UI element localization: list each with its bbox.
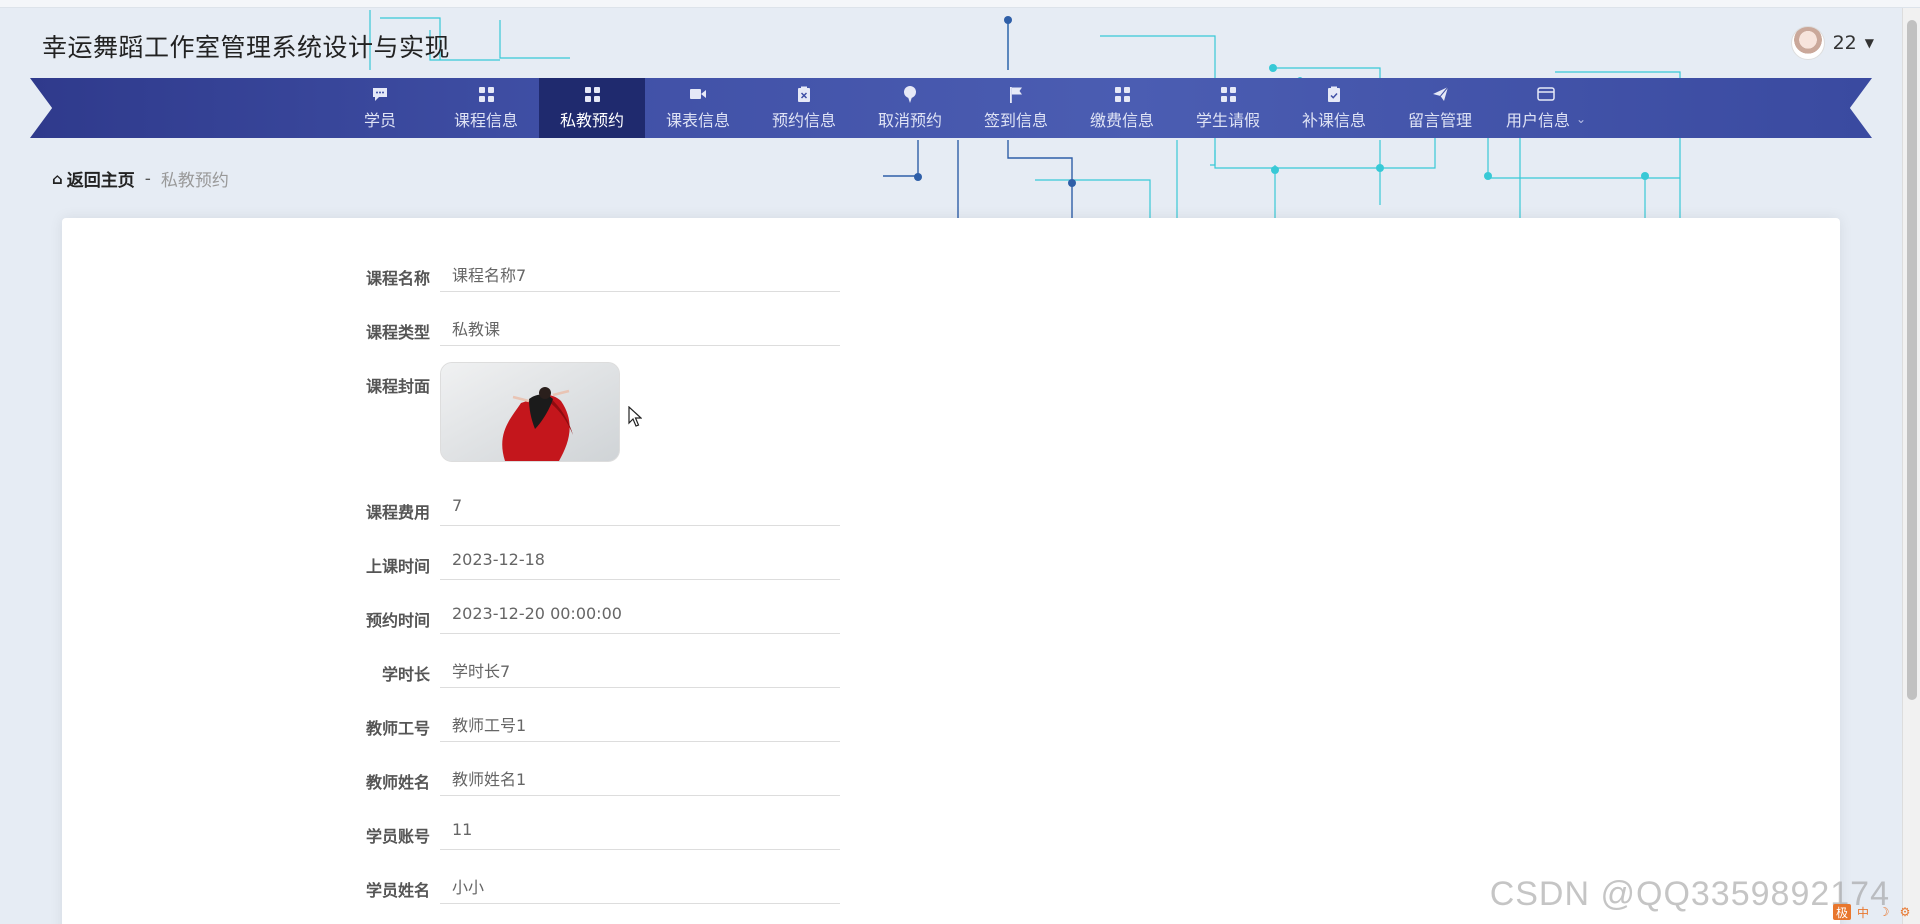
nav-item-course-info[interactable]: 课程信息 [433, 78, 539, 138]
fee-label: 课程费用 [365, 503, 430, 522]
grid-icon [1219, 85, 1237, 103]
nav-item-label: 课表信息 [665, 111, 730, 130]
teacher-name-field[interactable]: 教师姓名1 [440, 758, 840, 796]
nav-item-label: 学生请假 [1195, 111, 1260, 130]
form-row-teacher-id: 教师工号 教师工号1 [350, 704, 840, 742]
student-account-label: 学员账号 [365, 827, 430, 846]
booking-time-field[interactable]: 2023-12-20 00:00:00 [440, 596, 840, 634]
nav-item-label: 学员 [363, 111, 396, 130]
home-icon: ⌂ [52, 169, 63, 188]
form-row-duration: 学时长 学时长7 [350, 650, 840, 688]
clipboard-check-icon [1325, 85, 1343, 103]
send-icon [1431, 85, 1449, 103]
pin-icon [901, 85, 919, 103]
form-row-fee: 课程费用 7 [350, 488, 840, 526]
fee-field[interactable]: 7 [440, 488, 840, 526]
form-row-teacher-name: 教师姓名 教师姓名1 [350, 758, 840, 796]
user-menu[interactable]: 22 ▼ [1790, 26, 1874, 60]
breadcrumb-home-link[interactable]: ⌂ 返回主页 [52, 166, 135, 192]
breadcrumb: ⌂ 返回主页 - 私教预约 [52, 166, 229, 192]
nav-item-booking-info[interactable]: 预约信息 [751, 78, 857, 138]
moon-icon[interactable]: ☽ [1875, 904, 1893, 920]
course-type-label: 课程类型 [365, 323, 430, 342]
scrollbar-thumb[interactable] [1907, 20, 1917, 700]
breadcrumb-current: 私教预约 [160, 171, 229, 191]
form-row-student-name: 学员姓名 小小 [350, 866, 840, 904]
nav-item-payment[interactable]: 缴费信息 [1069, 78, 1175, 138]
nav-item-messages[interactable]: 留言管理 [1387, 78, 1493, 138]
detail-card [62, 218, 1840, 924]
nav-item-label: 课程信息 [453, 111, 518, 130]
watermark: CSDN @QQ3359892174 [1489, 875, 1890, 913]
form-row-cover: 课程封面 [350, 362, 620, 462]
student-name-label: 学员姓名 [365, 881, 430, 900]
class-time-label: 上课时间 [365, 557, 430, 576]
teacher-id-label: 教师工号 [365, 719, 430, 738]
chevron-down-icon: ⌄ [1575, 112, 1587, 126]
course-type-field[interactable]: 私教课 [440, 308, 840, 346]
form-row-student-account: 学员账号 11 [350, 812, 840, 850]
settings-icon[interactable]: ⚙ [1896, 904, 1914, 920]
comment-icon [371, 85, 389, 103]
teacher-name-label: 教师姓名 [365, 773, 430, 792]
card-icon [1537, 85, 1555, 103]
nav-item-schedule[interactable]: 课表信息 [645, 78, 751, 138]
teacher-id-field[interactable]: 教师工号1 [440, 704, 840, 742]
breadcrumb-home-label: 返回主页 [66, 171, 135, 191]
course-name-field[interactable]: 课程名称7 [440, 254, 840, 292]
ime-mode-icon[interactable]: 中 [1854, 904, 1872, 920]
nav-item-leave[interactable]: 学生请假 [1175, 78, 1281, 138]
form-row-course-name: 课程名称 课程名称7 [350, 254, 840, 292]
mouse-cursor-icon [628, 406, 642, 427]
ime-icon[interactable]: 极 [1833, 904, 1851, 920]
nav-item-private-booking[interactable]: 私教预约 [539, 78, 645, 138]
nav-item-label: 补课信息 [1301, 111, 1366, 130]
form-row-class-time: 上课时间 2023-12-18 [350, 542, 840, 580]
site-title: 幸运舞蹈工作室管理系统设计与实现 [42, 33, 451, 62]
form-row-course-type: 课程类型 私教课 [350, 308, 840, 346]
nav-item-cancel-booking[interactable]: 取消预约 [857, 78, 963, 138]
nav-item-checkin[interactable]: 签到信息 [963, 78, 1069, 138]
class-time-field[interactable]: 2023-12-18 [440, 542, 840, 580]
clipboard-x-icon [795, 85, 813, 103]
avatar[interactable] [1790, 26, 1825, 60]
nav-item-label: 留言管理 [1407, 111, 1472, 130]
cover-label: 课程封面 [365, 377, 430, 396]
username[interactable]: 22 [1833, 32, 1857, 54]
grid-icon [1113, 85, 1131, 103]
nav-item-label: 用户信息 [1505, 111, 1570, 130]
student-account-field[interactable]: 11 [440, 812, 840, 850]
nav-item-label: 缴费信息 [1089, 111, 1154, 130]
video-icon [689, 85, 707, 103]
nav-item-makeup-class[interactable]: 补课信息 [1281, 78, 1387, 138]
duration-field[interactable]: 学时长7 [440, 650, 840, 688]
nav-item-label: 取消预约 [877, 111, 942, 130]
course-name-label: 课程名称 [365, 269, 430, 288]
nav-item-students[interactable]: 学员 [327, 78, 433, 138]
caret-down-icon[interactable]: ▼ [1865, 36, 1874, 50]
window-top-border [0, 0, 1920, 8]
form-row-booking-time: 预约时间 2023-12-20 00:00:00 [350, 596, 840, 634]
vertical-scrollbar[interactable] [1902, 8, 1920, 924]
system-tray: 极 中 ☽ ⚙ [1833, 904, 1914, 920]
flag-icon [1007, 85, 1025, 103]
nav-item-label: 预约信息 [771, 111, 836, 130]
nav-item-label: 私教预约 [559, 111, 624, 130]
student-name-field[interactable]: 小小 [440, 866, 840, 904]
nav-item-user-info[interactable]: 用户信息 ⌄ [1493, 78, 1599, 138]
grid-icon [583, 85, 601, 103]
course-cover-image[interactable] [440, 362, 620, 462]
duration-label: 学时长 [381, 665, 430, 684]
nav-item-label: 签到信息 [983, 111, 1048, 130]
breadcrumb-separator: - [144, 168, 151, 189]
grid-icon [477, 85, 495, 103]
booking-time-label: 预约时间 [365, 611, 430, 630]
nav-menu: 学员 课程信息 私教预约 课表信息 预约信息 取消预约 签到信息 缴费信息 学生… [327, 78, 1599, 138]
